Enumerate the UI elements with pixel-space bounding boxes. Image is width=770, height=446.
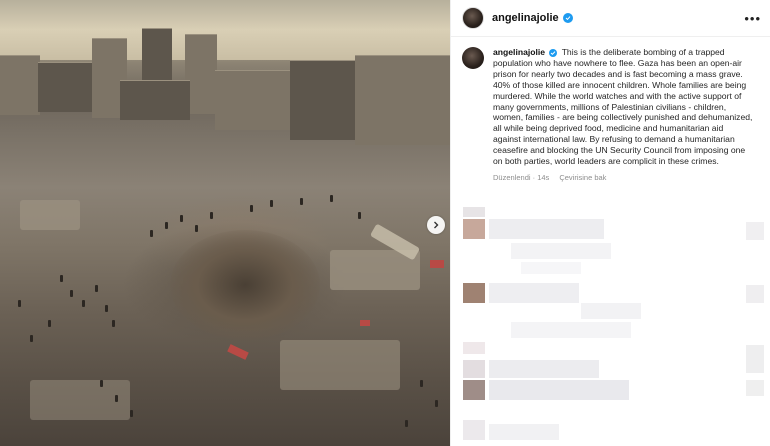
photo-person bbox=[70, 290, 73, 297]
edited-label: Düzenlendi · 14s bbox=[493, 172, 550, 182]
photo-person bbox=[130, 410, 133, 417]
photo-person bbox=[115, 395, 118, 402]
photo-person bbox=[100, 380, 103, 387]
pixel-block bbox=[489, 360, 599, 378]
pixel-block bbox=[489, 380, 629, 400]
photo-building bbox=[120, 80, 190, 120]
pixel-block bbox=[463, 360, 485, 378]
pixel-block bbox=[489, 424, 559, 440]
photo-person bbox=[30, 335, 33, 342]
photo-person bbox=[405, 420, 408, 427]
pixel-block bbox=[489, 219, 604, 239]
caption: angelinajolie This is the deliberate bom… bbox=[462, 47, 762, 182]
post-photo bbox=[0, 0, 450, 446]
photo-building bbox=[355, 55, 450, 145]
photo-person bbox=[270, 200, 273, 207]
pixel-block bbox=[746, 380, 764, 396]
next-image-button[interactable] bbox=[427, 216, 445, 234]
pixel-block bbox=[746, 345, 764, 373]
chevron-right-icon bbox=[434, 221, 439, 229]
photo-debris bbox=[227, 344, 249, 360]
photo-building bbox=[290, 60, 360, 140]
photo-building bbox=[0, 55, 40, 115]
caption-text: angelinajolie This is the deliberate bom… bbox=[493, 47, 753, 167]
pixel-block bbox=[511, 322, 631, 338]
photo-person bbox=[165, 222, 168, 229]
photo-building bbox=[215, 70, 295, 130]
pixel-block bbox=[463, 219, 485, 239]
photo-person bbox=[112, 320, 115, 327]
photo-person bbox=[195, 225, 198, 232]
photo-debris bbox=[430, 260, 444, 268]
photo-person bbox=[82, 300, 85, 307]
photo-person bbox=[358, 212, 361, 219]
caption-body: angelinajolie This is the deliberate bom… bbox=[493, 47, 753, 182]
photo-rubble bbox=[280, 340, 400, 390]
pixel-block bbox=[463, 380, 485, 400]
post-header: angelinajolie ••• bbox=[451, 0, 770, 37]
caption-username[interactable]: angelinajolie bbox=[493, 47, 545, 57]
pixel-block bbox=[463, 420, 485, 440]
pixel-block bbox=[746, 222, 764, 240]
photo-sky bbox=[0, 0, 450, 60]
photo-person bbox=[48, 320, 51, 327]
pixel-block bbox=[463, 283, 485, 303]
photo-person bbox=[60, 275, 63, 282]
caption-meta: Düzenlendi · 14s Çevirisine bak bbox=[493, 173, 753, 182]
photo-rubble bbox=[20, 200, 80, 230]
pixel-block bbox=[581, 303, 641, 319]
photo-person bbox=[150, 230, 153, 237]
username-link[interactable]: angelinajolie bbox=[492, 12, 559, 24]
photo-crater bbox=[170, 230, 320, 340]
caption-content: This is the deliberate bombing of a trap… bbox=[493, 47, 753, 167]
photo-person bbox=[435, 400, 438, 407]
photo-person bbox=[420, 380, 423, 387]
photo-person bbox=[250, 205, 253, 212]
photo-person bbox=[18, 300, 21, 307]
pixel-block bbox=[521, 262, 581, 274]
pixel-block bbox=[489, 283, 579, 303]
pixel-block bbox=[746, 285, 764, 303]
more-options-icon[interactable]: ••• bbox=[744, 11, 761, 26]
verified-badge-icon bbox=[562, 13, 573, 23]
photo-person bbox=[180, 215, 183, 222]
pixel-block bbox=[463, 207, 485, 217]
see-translation-link[interactable]: Çevirisine bak bbox=[559, 173, 606, 182]
caption-avatar[interactable] bbox=[462, 47, 484, 69]
photo-person bbox=[300, 198, 303, 205]
avatar[interactable] bbox=[462, 7, 484, 29]
photo-building bbox=[38, 62, 93, 112]
photo-person bbox=[95, 285, 98, 292]
photo-debris bbox=[360, 320, 370, 326]
pixel-block bbox=[511, 243, 611, 259]
photo-person bbox=[210, 212, 213, 219]
pixel-block bbox=[463, 342, 485, 354]
photo-person bbox=[105, 305, 108, 312]
post-side-panel: angelinajolie ••• angelinajolie This is … bbox=[450, 0, 770, 446]
verified-badge-icon bbox=[549, 48, 558, 57]
photo-person bbox=[330, 195, 333, 202]
